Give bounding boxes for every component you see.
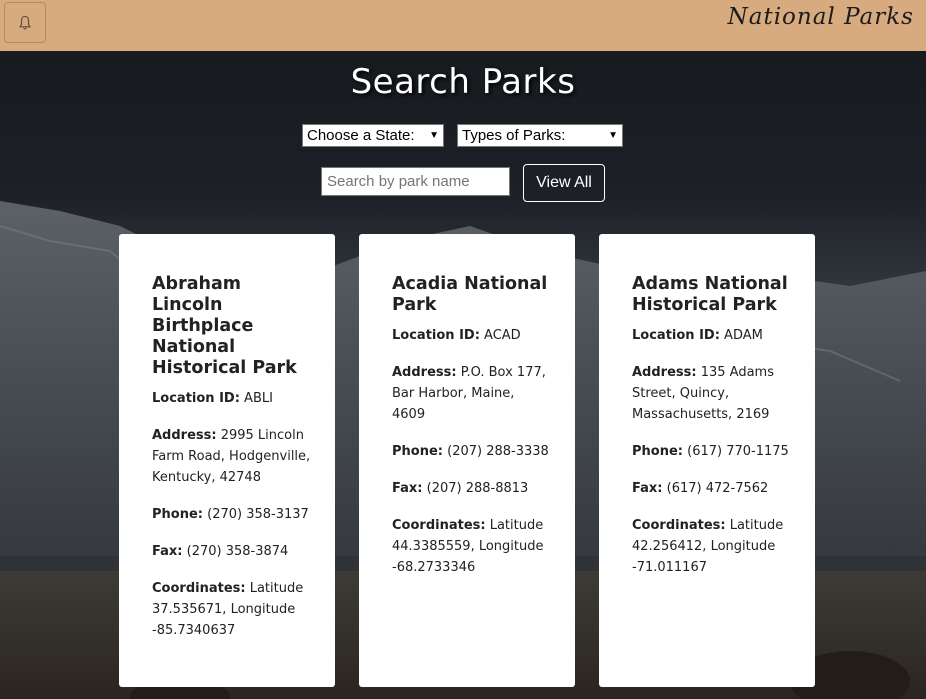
park-fax: Fax: (617) 472-7562 (632, 478, 791, 499)
park-fax: Fax: (270) 358-3874 (152, 541, 311, 562)
park-address: Address: 135 Adams Street, Quincy, Massa… (632, 362, 791, 425)
coordinates-label: Coordinates: (152, 581, 246, 596)
park-phone: Phone: (617) 770-1175 (632, 441, 791, 462)
location-id-value: ADAM (724, 328, 763, 343)
park-card: Acadia National Park Location ID: ACAD A… (359, 234, 575, 687)
location-id-value: ABLI (244, 391, 273, 406)
phone-label: Phone: (632, 444, 683, 459)
park-name-search-input[interactable] (321, 167, 510, 196)
chevron-down-icon: ▼ (429, 130, 439, 141)
park-name: Abraham Lincoln Birthplace National Hist… (152, 274, 297, 378)
address-label: Address: (152, 428, 217, 443)
park-coordinates: Coordinates: Latitude 44.3385559, Longit… (392, 515, 551, 578)
park-type-select-value: Types of Parks: (462, 127, 566, 144)
park-name: Acadia National Park (392, 274, 548, 315)
fax-value: (617) 472-7562 (666, 481, 769, 496)
park-location-id: Location ID: ABLI (152, 388, 311, 409)
park-address: Address: P.O. Box 177, Bar Harbor, Maine… (392, 362, 551, 425)
phone-label: Phone: (392, 444, 443, 459)
fax-label: Fax: (152, 544, 183, 559)
park-phone: Phone: (270) 358-3137 (152, 504, 311, 525)
page: National Parks Search Parks Choose a Sta… (0, 0, 926, 699)
park-address: Address: 2995 Lincoln Farm Road, Hodgenv… (152, 425, 311, 488)
address-label: Address: (632, 365, 697, 380)
page-title: Search Parks (350, 62, 576, 102)
fax-label: Fax: (632, 481, 663, 496)
location-id-label: Location ID: (392, 328, 480, 343)
view-all-button[interactable]: View All (523, 164, 605, 202)
park-coordinates: Coordinates: Latitude 42.256412, Longitu… (632, 515, 791, 578)
fax-value: (270) 358-3874 (186, 544, 289, 559)
location-id-value: ACAD (484, 328, 521, 343)
state-select-value: Choose a State: (307, 127, 415, 144)
fax-value: (207) 288-8813 (426, 481, 529, 496)
phone-value: (207) 288-3338 (447, 444, 549, 459)
fax-label: Fax: (392, 481, 423, 496)
phone-label: Phone: (152, 507, 203, 522)
notification-button[interactable] (4, 2, 46, 43)
coordinates-label: Coordinates: (392, 518, 486, 533)
park-card: Adams National Historical Park Location … (599, 234, 815, 687)
park-type-select[interactable]: Types of Parks: ▼ (457, 124, 623, 147)
park-location-id: Location ID: ACAD (392, 325, 551, 346)
park-card: Abraham Lincoln Birthplace National Hist… (119, 234, 335, 687)
location-id-label: Location ID: (632, 328, 720, 343)
location-id-label: Location ID: (152, 391, 240, 406)
address-label: Address: (392, 365, 457, 380)
coordinates-label: Coordinates: (632, 518, 726, 533)
park-name: Adams National Historical Park (632, 274, 788, 315)
chevron-down-icon: ▼ (608, 130, 618, 141)
park-coordinates: Coordinates: Latitude 37.535671, Longitu… (152, 578, 311, 641)
phone-value: (270) 358-3137 (207, 507, 309, 522)
brand-logo[interactable]: National Parks (728, 4, 914, 30)
bell-icon (18, 15, 32, 30)
top-navbar: National Parks (0, 0, 926, 51)
phone-value: (617) 770-1175 (687, 444, 789, 459)
park-phone: Phone: (207) 288-3338 (392, 441, 551, 462)
state-select[interactable]: Choose a State: ▼ (302, 124, 444, 147)
park-fax: Fax: (207) 288-8813 (392, 478, 551, 499)
park-location-id: Location ID: ADAM (632, 325, 791, 346)
